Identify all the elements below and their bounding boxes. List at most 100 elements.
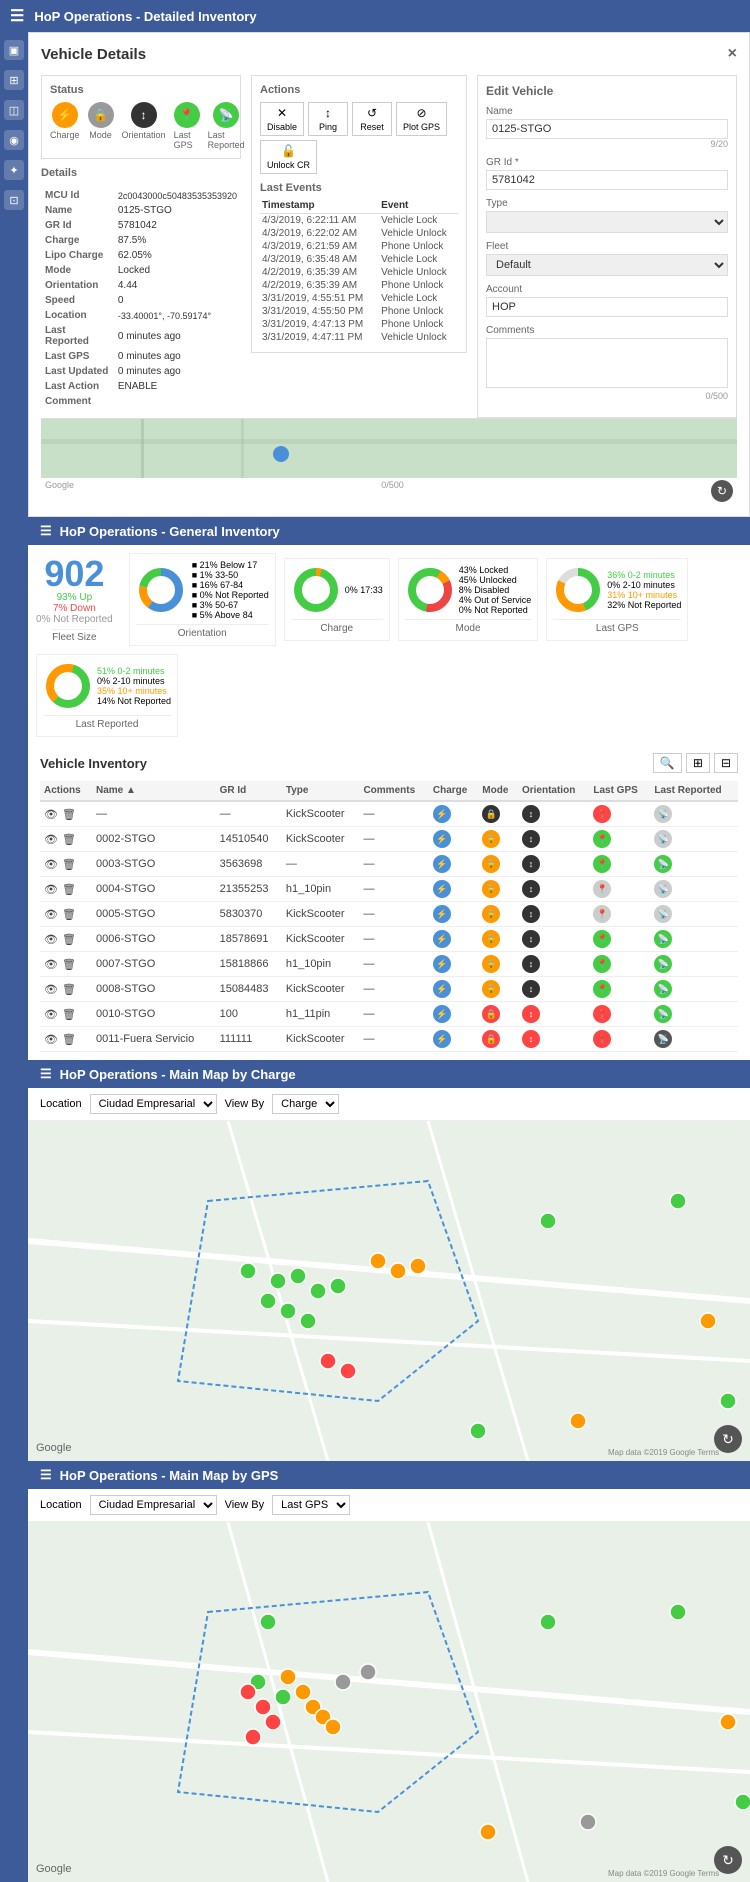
unlock-cr-button[interactable]: 🔓 Unlock CR — [260, 140, 317, 174]
eye-icon[interactable]: 👁 — [44, 934, 58, 946]
location-select-3[interactable]: Ciudad Empresarial — [90, 1094, 217, 1114]
filter-btn[interactable]: ⊟ — [714, 753, 738, 773]
eye-icon[interactable]: 👁 — [44, 884, 58, 896]
mode-status: 🔒 Mode — [88, 102, 114, 140]
reported-donut-svg — [43, 661, 93, 711]
delete-icon[interactable]: 🗑 — [62, 834, 76, 846]
table-row: 👁🗑 0008-STGO15084483KickScooter— ⚡ 🔒 ↕ 📍… — [40, 977, 738, 1002]
charge-label: Charge — [291, 619, 383, 634]
reported-10plus: 35% 10+ minutes — [97, 686, 171, 696]
table-row: 4/3/2019, 6:21:59 AMPhone Unlock — [260, 240, 458, 253]
delete-icon[interactable]: 🗑 — [62, 984, 76, 996]
orient-dot: ↕ — [522, 980, 540, 998]
hamburger-icon[interactable]: ☰ — [10, 6, 24, 26]
eye-icon[interactable]: 👁 — [44, 959, 58, 971]
eye-icon[interactable]: 👁 — [44, 984, 58, 996]
name-input[interactable] — [486, 119, 728, 139]
view-by-label-3: View By — [225, 1098, 265, 1110]
right-column: Edit Vehicle Name 9/20 GR Id * Type — [477, 75, 737, 418]
grid-label: GR Id * — [486, 157, 728, 168]
map-data-label: 0/500 — [381, 480, 404, 502]
sidebar-icon-6[interactable]: ⊡ — [4, 190, 24, 210]
sidebar-icon-3[interactable]: ◫ — [4, 100, 24, 120]
location-select-4[interactable]: Ciudad Empresarial — [90, 1495, 217, 1515]
eye-icon[interactable]: 👁 — [44, 859, 58, 871]
delete-icon[interactable]: 🗑 — [62, 1034, 76, 1046]
table-row: 👁🗑 0011-Fuera Servicio111111KickScooter—… — [40, 1027, 738, 1052]
hamburger-4[interactable]: ☰ — [40, 1467, 52, 1483]
table-row: 3/31/2019, 4:55:50 PMPhone Unlock — [260, 305, 458, 318]
eye-icon[interactable]: 👁 — [44, 809, 58, 821]
eye-icon[interactable]: 👁 — [44, 1009, 58, 1021]
eye-icon[interactable]: 👁 — [44, 834, 58, 846]
orient-dot: ↕ — [522, 955, 540, 973]
map-gps-refresh[interactable]: ↻ — [714, 1846, 742, 1874]
eye-icon[interactable]: 👁 — [44, 909, 58, 921]
view-by-select-4[interactable]: Last GPS — [272, 1495, 350, 1515]
reported-dot: 📡 — [654, 980, 672, 998]
nav-title-4: HoP Operations - Main Map by GPS — [60, 1468, 279, 1483]
sidebar-icon-2[interactable]: ⊞ — [4, 70, 24, 90]
account-field: Account — [486, 284, 728, 317]
table-row: 4/2/2019, 6:35:39 AMPhone Unlock — [260, 279, 458, 292]
stats-main-row: 902 93% Up 7% Down 0% Not Reported Fleet… — [28, 545, 750, 745]
type-label: Type — [486, 198, 728, 209]
gps-dot: 📍 — [593, 880, 611, 898]
delete-icon[interactable]: 🗑 — [62, 1009, 76, 1021]
charge-dot: ⚡ — [433, 830, 451, 848]
delete-icon[interactable]: 🗑 — [62, 809, 76, 821]
details-label: Details — [41, 167, 241, 179]
reset-label: Reset — [360, 122, 384, 132]
plot-gps-button[interactable]: ⊘ Plot GPS — [396, 102, 447, 136]
ping-icon: ↕ — [325, 106, 331, 120]
mode-disabled: 8% Disabled — [459, 585, 532, 595]
table-row: Charge87.5% — [43, 234, 239, 247]
mode-label: Mode — [89, 130, 112, 140]
hamburger-3[interactable]: ☰ — [40, 1066, 52, 1082]
eye-icon[interactable]: 👁 — [44, 1034, 58, 1046]
mode-dot: 🔒 — [482, 855, 500, 873]
unlock-cr-label: Unlock CR — [267, 160, 310, 170]
disable-button[interactable]: ✕ Disable — [260, 102, 304, 136]
charge-dot: ⚡ — [433, 880, 451, 898]
mode-dot: 🔒 — [482, 1030, 500, 1048]
delete-icon[interactable]: 🗑 — [62, 909, 76, 921]
comments-textarea[interactable] — [486, 338, 728, 388]
mode-stats: 43% Locked 45% Unlocked 8% Disabled 4% O… — [398, 558, 539, 641]
account-input[interactable] — [486, 297, 728, 317]
reset-button[interactable]: ↺ Reset — [352, 102, 392, 136]
col-name[interactable]: Name ▲ — [92, 781, 216, 801]
orientation-label: Orientation — [122, 130, 166, 140]
sidebar-icon-4[interactable]: ◉ — [4, 130, 24, 150]
hamburger-2[interactable]: ☰ — [40, 523, 52, 539]
delete-icon[interactable]: 🗑 — [62, 934, 76, 946]
refresh-button[interactable]: ↻ — [711, 480, 733, 502]
gps-dot: 📍 — [593, 905, 611, 923]
panel-title-row: Vehicle Details × — [41, 45, 737, 63]
map-charge-refresh[interactable]: ↻ — [714, 1425, 742, 1453]
fleet-select[interactable]: Default — [486, 254, 728, 276]
view-by-select-3[interactable]: Charge — [272, 1094, 339, 1114]
mode-dot: 🔒 — [482, 905, 500, 923]
mode-label: Mode — [405, 619, 532, 634]
sidebar-icon-5[interactable]: ✦ — [4, 160, 24, 180]
delete-icon[interactable]: 🗑 — [62, 959, 76, 971]
grid-input[interactable] — [486, 170, 728, 190]
search-btn[interactable]: 🔍 — [653, 753, 682, 773]
grid-btn[interactable]: ⊞ — [686, 753, 710, 773]
close-button[interactable]: × — [728, 45, 737, 63]
table-row: 👁🗑 0003-STGO3563698—— ⚡ 🔒 ↕ 📍 📡 — [40, 852, 738, 877]
orientation-icon: ↕ — [131, 102, 157, 128]
ping-button[interactable]: ↕ Ping — [308, 102, 348, 136]
last-reported-stats: 51% 0-2 minutes 0% 2-10 minutes 35% 10+ … — [36, 654, 178, 737]
sidebar-icon-1[interactable]: ▣ — [4, 40, 24, 60]
gps-legend: 36% 0-2 minutes 0% 2-10 minutes 31% 10+ … — [607, 570, 681, 610]
table-row: Last ActionENABLE — [43, 380, 239, 393]
table-row: Comment — [43, 395, 239, 408]
delete-icon[interactable]: 🗑 — [62, 859, 76, 871]
map-charge-svg: Google Map data ©2019 Google Terms — [28, 1121, 750, 1461]
delete-icon[interactable]: 🗑 — [62, 884, 76, 896]
sidebar: ▣ ⊞ ◫ ◉ ✦ ⊡ — [0, 32, 28, 1882]
charge-dot: ⚡ — [433, 930, 451, 948]
type-select[interactable] — [486, 211, 728, 233]
